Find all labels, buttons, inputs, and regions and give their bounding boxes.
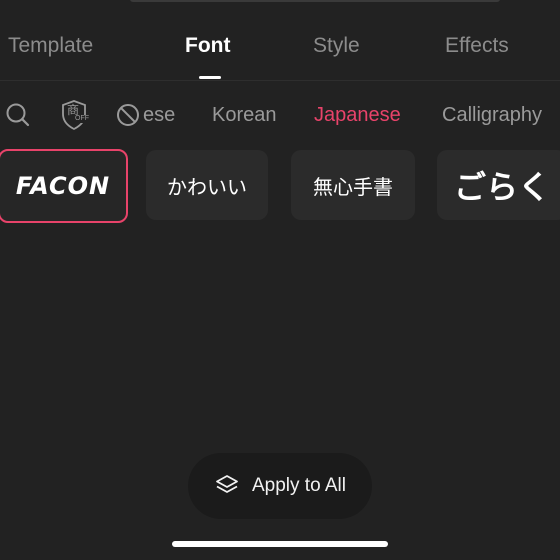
apply-to-all-button[interactable]: Apply to All — [188, 453, 372, 519]
font-card-kawaii[interactable]: かわいい — [146, 150, 268, 220]
commercial-icon-off: OFF — [74, 115, 90, 123]
tab-divider — [0, 80, 560, 81]
font-card-mushin-tegaki[interactable]: 無心手書 — [291, 150, 415, 220]
tab-effects[interactable]: Effects — [445, 28, 509, 64]
no-entry-icon[interactable] — [112, 96, 144, 134]
commercial-off-icon[interactable]: 商 OFF — [58, 96, 90, 134]
font-card-label: ごらく — [453, 168, 550, 206]
font-card-goraku[interactable]: ごらく — [437, 150, 560, 220]
font-list: FACON かわいい 無心手書 ごらく — [0, 149, 560, 226]
category-calligraphy[interactable]: Calligraphy — [442, 96, 542, 134]
tab-font[interactable]: Font — [185, 28, 230, 64]
category-korean[interactable]: Korean — [212, 96, 277, 134]
apply-to-all-label: Apply to All — [252, 475, 346, 496]
tab-template[interactable]: Template — [8, 28, 93, 64]
tab-style[interactable]: Style — [313, 28, 360, 64]
active-tab-indicator — [199, 76, 221, 79]
home-indicator — [172, 541, 388, 547]
search-icon[interactable] — [2, 96, 34, 134]
category-chinese[interactable]: ese — [143, 96, 175, 134]
font-card-label: FACON — [15, 172, 111, 200]
font-category-bar: 商 OFF ese Korean Japanese Calligraphy — [0, 96, 560, 134]
font-card-facon[interactable]: FACON — [0, 149, 128, 223]
layers-icon — [214, 473, 240, 499]
tab-bar: Template Font Style Effects — [0, 28, 560, 68]
sheet-top-edge — [130, 0, 500, 2]
font-card-label: 無心手書 — [313, 174, 393, 199]
font-card-label: かわいい — [167, 174, 247, 199]
category-japanese[interactable]: Japanese — [314, 96, 401, 134]
